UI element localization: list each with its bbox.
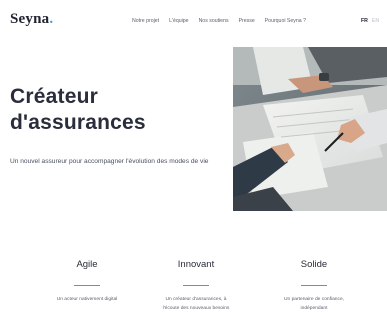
nav-nos-soutiens[interactable]: Nos soutiens [199,18,229,24]
feature-desc-line2: indépendant [300,306,328,312]
feature-agile: Agile Un acteur nativement digital [32,258,142,304]
feature-innovant: Innovant Un créateur d'assurances, à l'é… [141,258,251,313]
feature-divider [183,285,209,287]
language-switcher: FR EN [361,18,379,24]
feature-desc-line2: l'écoute des nouveaux besoins [162,306,230,312]
lang-en-link[interactable]: EN [372,18,379,24]
hero-title-line2: d'assurances [10,111,146,134]
feature-divider [74,285,100,287]
logo-text: Seyna [10,11,50,27]
feature-title: Agile [76,259,98,270]
main-nav: Notre projet L'équipe Nos soutiens Press… [132,18,306,24]
nav-equipe[interactable]: L'équipe [169,18,188,24]
hero-title-line1: Créateur [10,85,98,108]
hero-title: Créateur d'assurances [10,84,146,136]
logo-dot: . [49,11,54,27]
hero-subtitle: Un nouvel assureur pour accompagner l'év… [10,158,209,165]
feature-solide: Solide Un partenaire de confiance, indép… [259,258,369,313]
hero-photo-meeting [233,47,387,211]
seyna-logo[interactable]: Seyna. [10,11,53,28]
lang-fr-link[interactable]: FR [361,18,368,24]
feature-desc-line1: Un acteur nativement digital [56,297,118,303]
feature-desc-line1: Un créateur d'assurances, à [165,297,227,303]
site-header: Seyna. Notre projet L'équipe Nos soutien… [0,0,387,40]
feature-title: Solide [300,259,328,270]
nav-notre-projet[interactable]: Notre projet [132,18,159,24]
nav-presse[interactable]: Presse [239,18,255,24]
feature-desc-line1: Un partenaire de confiance, [283,297,345,303]
feature-title: Innovant [177,259,215,270]
feature-divider [301,285,327,287]
nav-pourquoi-seyna[interactable]: Pourquoi Seyna ? [265,18,306,24]
